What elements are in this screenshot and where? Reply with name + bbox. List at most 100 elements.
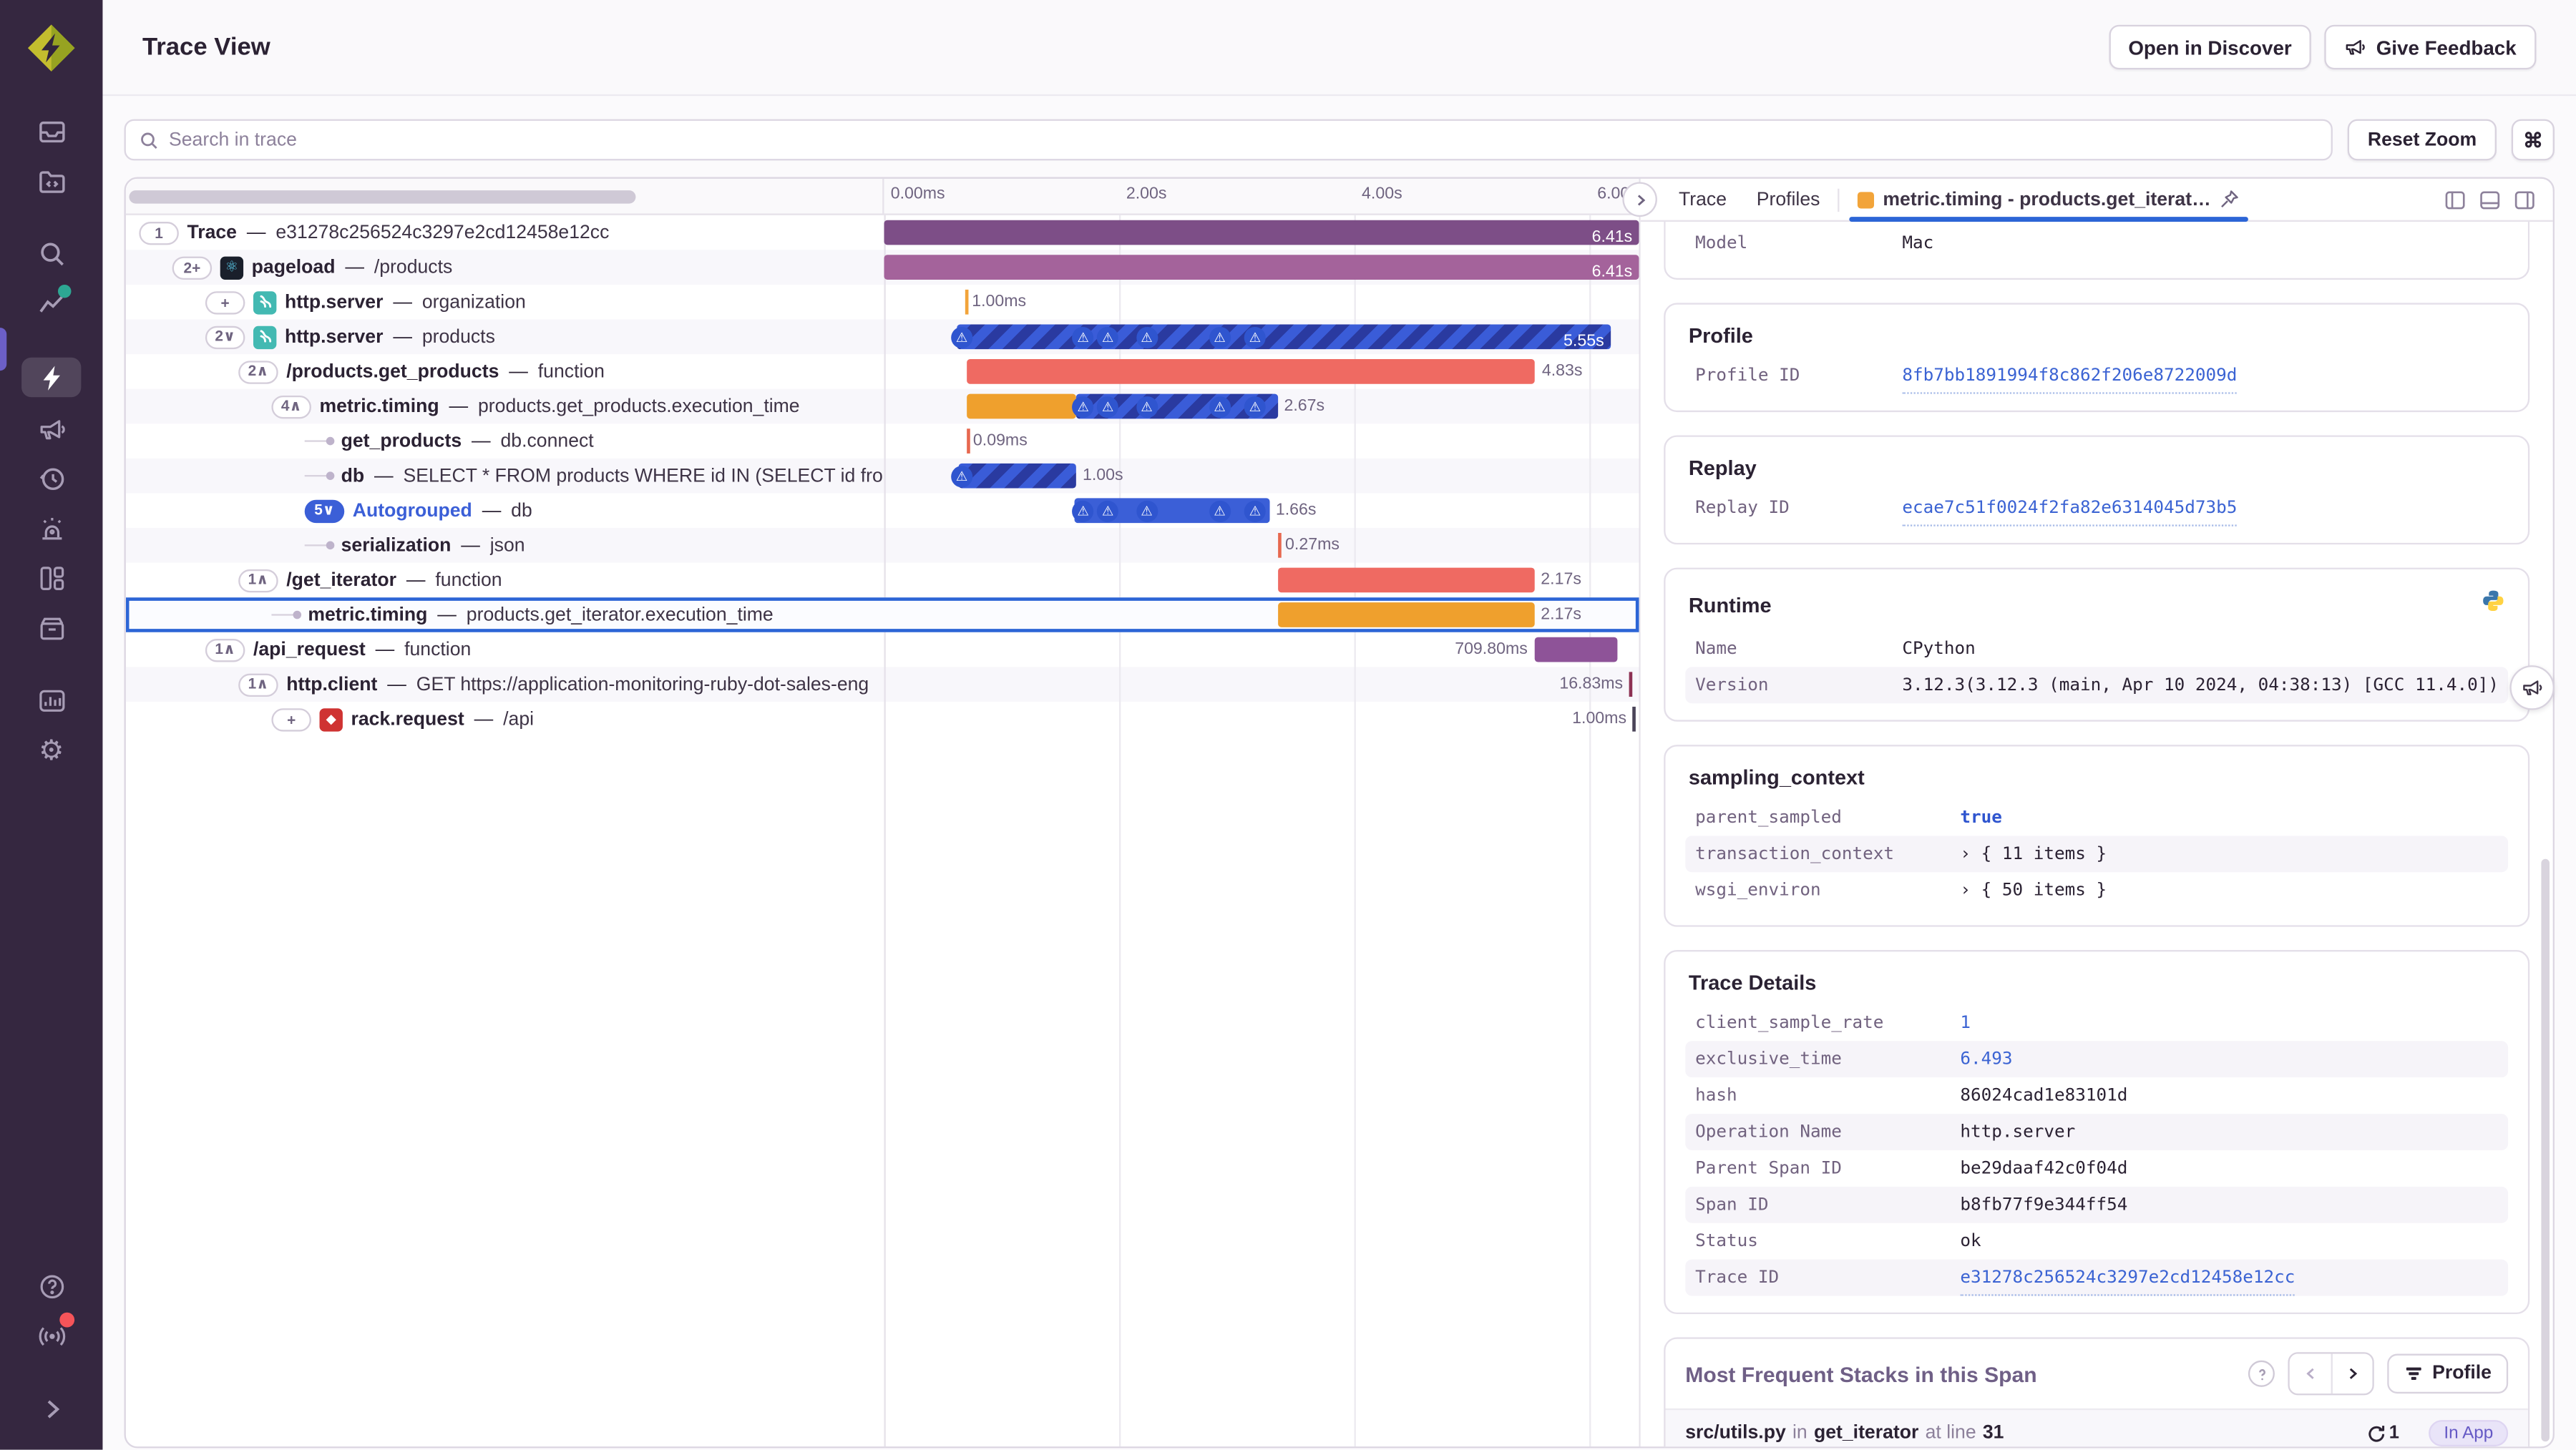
shortcuts-button[interactable]: ⌘ [2511, 119, 2555, 161]
open-in-discover-button[interactable]: Open in Discover [2108, 24, 2312, 70]
expand-badge[interactable]: 2∧ [238, 360, 278, 383]
layout-bottom-icon[interactable] [2478, 188, 2501, 211]
trace-row[interactable]: 4∧ metric.timing — products.get_products.ex… [125, 388, 1639, 424]
sidebar-item-releases-icon[interactable] [21, 606, 81, 649]
drawer-collapse-button[interactable] [1622, 182, 1657, 217]
tab-profiles[interactable]: Profiles [1742, 179, 1835, 220]
help-icon[interactable] [2248, 1360, 2275, 1387]
trace-row[interactable]: get_products — db.connect 0.09ms [126, 423, 1639, 459]
span-tick[interactable] [966, 428, 970, 454]
expand-badge[interactable]: 1 [139, 220, 179, 245]
trace-row[interactable]: + ◆ rack.request — /api 1.00ms [126, 702, 1639, 737]
span-bar[interactable] [1278, 602, 1534, 627]
warning-icon[interactable]: ⚠ [1072, 499, 1094, 521]
give-feedback-button[interactable]: Give Feedback [2324, 24, 2537, 70]
row-value[interactable]: e31278c256524c3297e2cd12458e12cc [1960, 1260, 2296, 1295]
warning-icon[interactable]: ⚠ [1244, 395, 1266, 418]
warning-icon[interactable]: ⚠ [1097, 499, 1119, 521]
expand-badge[interactable]: 2∨ [205, 325, 245, 349]
span-tick[interactable] [1633, 706, 1636, 732]
sidebar-item-stats-icon[interactable] [21, 679, 81, 722]
sidebar-item-settings-icon[interactable]: ⚙ [21, 728, 81, 771]
span-bar[interactable]: 6.41s [884, 220, 1639, 247]
row-value[interactable]: 8fb7bb1891994f8c862f206e8722009d [1902, 358, 2238, 393]
trace-row[interactable]: 2+ ⚛ pageload — /products 6.41s [125, 250, 1639, 285]
warning-icon[interactable]: ⚠ [1209, 325, 1231, 348]
trace-row[interactable]: serialization — json 0.27ms [125, 528, 1639, 563]
sidebar-item-replays-icon[interactable] [21, 457, 81, 500]
span-bar[interactable]: 5.55s [957, 324, 1611, 351]
trace-row[interactable]: 1∧ http.client — GET https://application-mo… [125, 667, 1639, 702]
detail-card: sampling_context parent_sampled true transa… [1664, 745, 2530, 927]
expand-badge[interactable]: 5∨ [304, 499, 345, 522]
tab-span-details[interactable]: metric.timing - products.get_iterat… [1843, 179, 2255, 222]
trace-row[interactable]: metric.timing — products.get_iterator.exec… [125, 597, 1639, 632]
warning-icon[interactable]: ⚠ [1136, 499, 1158, 521]
trace-row[interactable]: 2∧ /products.get_products — function 4.83s [126, 354, 1639, 389]
trace-row[interactable]: db — SELECT * FROM products WHERE id IN (S… [125, 458, 1639, 494]
trace-row[interactable]: + http.server — organization 1.00ms [126, 285, 1639, 320]
trace-row[interactable]: 2∨ http.server — products 5.55s ⚠ ⚠ ⚠ ⚠ ⚠ ⚠ [125, 319, 1639, 355]
warning-icon[interactable]: ⚠ [1136, 395, 1158, 418]
span-bar[interactable] [966, 393, 1076, 419]
expand-badge[interactable]: 4∧ [271, 394, 311, 418]
span-bar[interactable] [966, 359, 1536, 384]
sidebar-item-search-icon[interactable] [21, 232, 81, 275]
floating-feedback-button[interactable] [2509, 665, 2555, 710]
search-input[interactable] [168, 129, 2318, 150]
trace-row[interactable]: 5∨ Autogrouped — db 1.66s ⚠ ⚠ ⚠ ⚠ ⚠ [126, 493, 1639, 528]
warning-icon[interactable]: ⚠ [1244, 499, 1266, 521]
expand-badge[interactable]: 1∧ [238, 672, 278, 696]
next-stack-button[interactable] [2331, 1353, 2373, 1394]
span-tick[interactable] [1629, 672, 1633, 697]
expand-badge[interactable]: 1∧ [238, 568, 278, 592]
span-bar[interactable] [958, 463, 1076, 489]
expand-badge[interactable]: 2+ [172, 255, 213, 279]
trace-row[interactable]: 1∧ /get_iterator — function 2.17s [126, 563, 1639, 598]
expand-badge[interactable]: + [205, 290, 245, 314]
sidebar-item-performance-icon[interactable] [21, 357, 82, 398]
warning-icon[interactable]: ⚠ [1097, 395, 1119, 418]
warning-icon[interactable]: ⚠ [951, 465, 973, 487]
row-value[interactable]: ecae7c51f0024f2fa82e6314045d73b5 [1902, 491, 2238, 526]
horizontal-scrollbar[interactable] [129, 190, 636, 204]
pin-icon[interactable] [2219, 189, 2240, 210]
sidebar-item-help-icon[interactable] [21, 1265, 81, 1308]
warning-icon[interactable]: ⚠ [1209, 499, 1231, 521]
span-bar[interactable]: 6.41s [884, 255, 1639, 281]
previous-stack-button[interactable] [2290, 1353, 2332, 1394]
drawer-scrollbar[interactable] [2541, 858, 2550, 1442]
sidebar-collapse-chevron-icon[interactable] [21, 1387, 81, 1430]
trace-row[interactable]: 1∧ /api_request — function 709.80ms [126, 632, 1639, 667]
trace-row[interactable]: 1 Trace — e31278c256524c3297e2cd12458e12cc 6… [126, 215, 1639, 250]
sidebar-item-insights-icon[interactable] [21, 281, 81, 324]
card-header: Trace Details [1689, 971, 2505, 994]
span-tick[interactable] [1278, 532, 1282, 558]
sidebar-item-feedback-icon[interactable] [21, 407, 81, 450]
span-bar[interactable] [1534, 637, 1618, 662]
warning-icon[interactable]: ⚠ [951, 325, 973, 348]
stack-frame-row[interactable]: src/utils.py in get_iterator at line 31 1 In A… [1665, 1408, 2528, 1447]
expand-badge[interactable]: + [271, 707, 311, 731]
span-tick[interactable] [965, 289, 969, 315]
profile-button[interactable]: Profile [2387, 1353, 2509, 1394]
warning-icon[interactable]: ⚠ [1209, 395, 1231, 418]
sidebar-item-projects-icon[interactable] [21, 159, 81, 202]
sentry-logo[interactable] [23, 20, 79, 77]
warning-icon[interactable]: ⚠ [1097, 325, 1119, 348]
warning-icon[interactable]: ⚠ [1072, 325, 1094, 348]
sidebar-item-whats-new-icon[interactable] [21, 1312, 81, 1357]
warning-icon[interactable]: ⚠ [1072, 395, 1094, 418]
warning-icon[interactable]: ⚠ [1136, 325, 1158, 348]
warning-icon[interactable]: ⚠ [1244, 325, 1266, 348]
expand-badge[interactable]: 1∧ [205, 637, 245, 662]
tab-trace[interactable]: Trace [1664, 179, 1742, 220]
sidebar-item-issues-icon[interactable] [21, 109, 81, 152]
sidebar-item-dashboards-icon[interactable] [21, 556, 81, 599]
sidebar-item-alerts-icon[interactable] [21, 506, 81, 549]
reset-zoom-button[interactable]: Reset Zoom [2348, 119, 2497, 161]
layout-right-icon[interactable] [2513, 188, 2536, 211]
span-bar-cell: 5.55s ⚠ ⚠ ⚠ ⚠ ⚠ ⚠ [884, 320, 1639, 355]
span-bar[interactable] [1278, 567, 1534, 593]
layout-left-icon[interactable] [2444, 188, 2467, 211]
